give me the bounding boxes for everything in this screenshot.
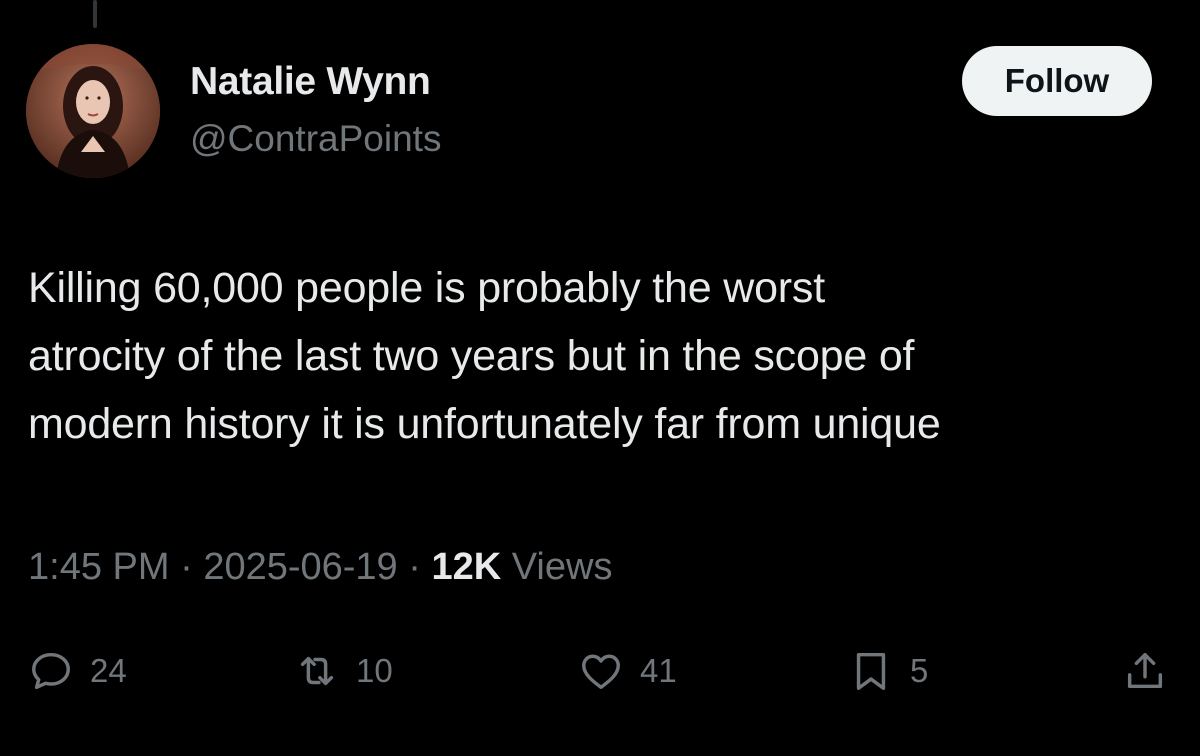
meta-separator: · <box>180 546 193 588</box>
author-display-name[interactable]: Natalie Wynn <box>190 60 431 104</box>
author-handle[interactable]: @ContraPoints <box>190 118 441 160</box>
thread-connector-line <box>93 0 97 28</box>
share-icon <box>1127 652 1163 689</box>
bookmark-button[interactable]: 5 <box>848 636 928 706</box>
repost-button[interactable]: 10 <box>294 636 393 706</box>
heart-icon <box>582 654 620 690</box>
repost-count: 10 <box>356 652 393 689</box>
tweet-metadata: 1:45 PM · 2025-06-19 · 12K Views <box>28 546 612 589</box>
follow-button[interactable]: Follow <box>962 46 1152 116</box>
avatar-image <box>26 44 160 178</box>
views-count: 12K <box>431 546 502 588</box>
repost-icon <box>300 656 334 686</box>
action-bar: 24 10 41 5 <box>0 636 1200 706</box>
bookmark-count: 5 <box>910 652 929 689</box>
tweet-date[interactable]: 2025-06-19 <box>203 546 397 588</box>
avatar[interactable] <box>26 44 160 178</box>
reply-button[interactable]: 24 <box>28 636 127 706</box>
share-button[interactable] <box>1122 636 1168 706</box>
bookmark-icon <box>856 652 886 690</box>
like-count: 41 <box>640 652 677 689</box>
meta-separator: · <box>408 546 421 588</box>
like-button[interactable]: 41 <box>578 636 677 706</box>
reply-count: 24 <box>90 652 127 689</box>
tweet-text: Killing 60,000 people is probably the wo… <box>28 264 941 448</box>
reply-icon <box>32 652 70 690</box>
views-label: Views <box>511 546 613 588</box>
tweet-time[interactable]: 1:45 PM <box>28 546 170 588</box>
